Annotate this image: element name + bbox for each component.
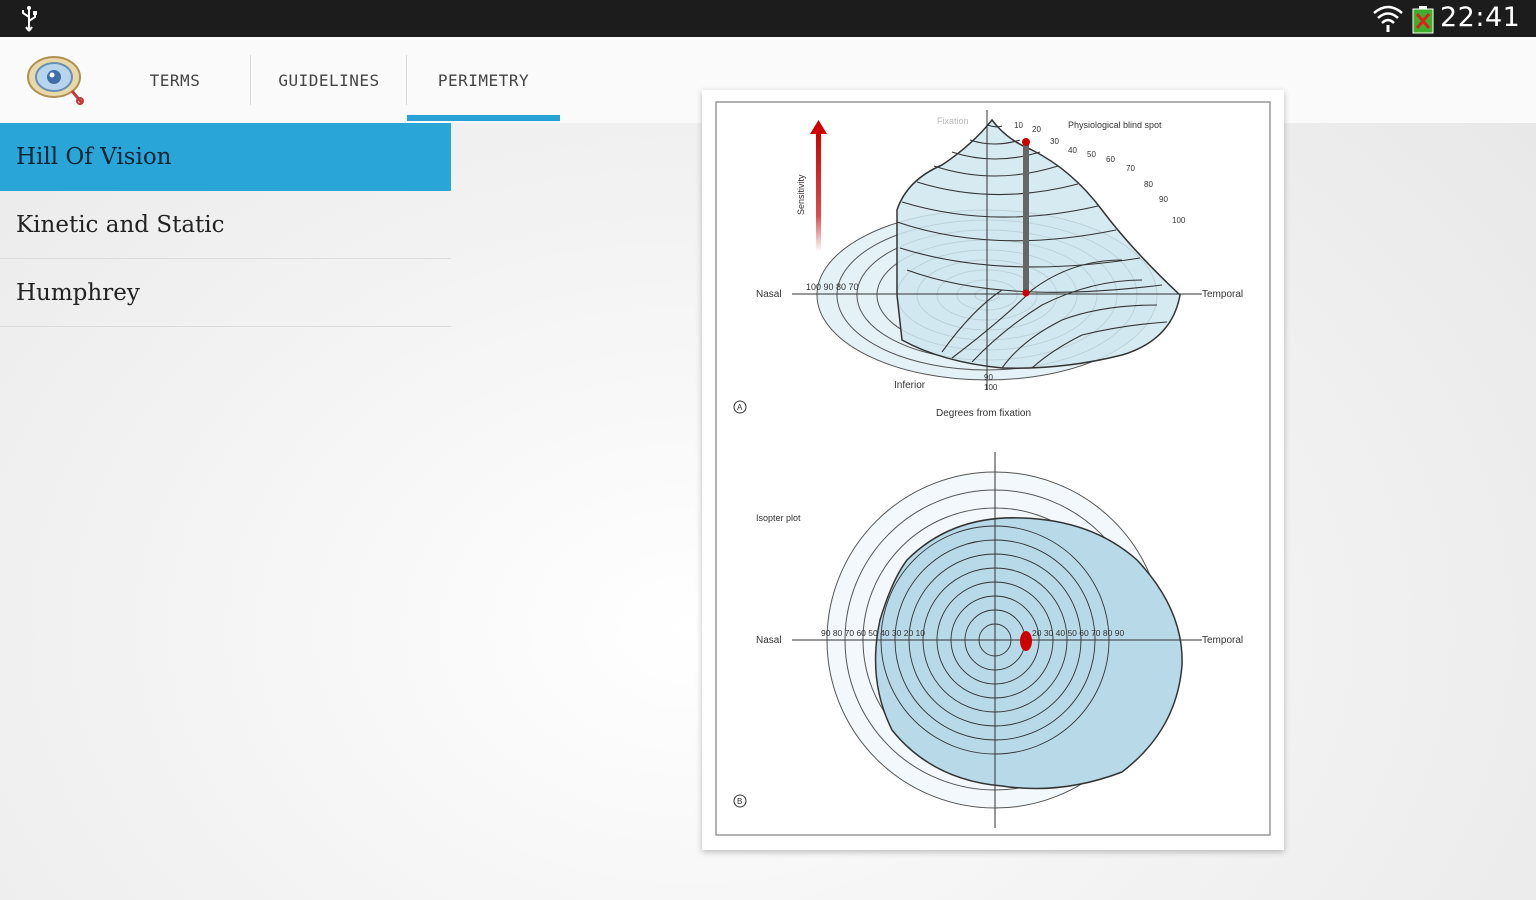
tab-perimetry[interactable]: PERIMETRY <box>407 37 560 123</box>
panel-b-label: B <box>737 797 742 806</box>
isopter-plot-label: Isopter plot <box>756 513 801 523</box>
bottom-tick-90: 90 <box>984 373 993 382</box>
nasal-ticks: 90 80 70 60 50 40 30 20 10 <box>821 628 925 638</box>
inferior-label: Inferior <box>894 380 926 391</box>
figure-card: Fixation Physiological blind spot Sensit… <box>702 90 1284 850</box>
sensitivity-label: Sensitivity <box>796 174 806 215</box>
app-logo-icon[interactable] <box>26 51 88 109</box>
temporal-tick: 30 <box>1050 137 1059 146</box>
isopter-region <box>874 517 1183 790</box>
battery-charging-icon <box>1412 6 1434 34</box>
tab-guidelines[interactable]: GUIDELINES <box>252 37 406 123</box>
blind-spot-marker <box>1022 138 1030 146</box>
temporal-tick: 70 <box>1126 164 1135 173</box>
temporal-tick: 100 <box>1172 216 1186 225</box>
nasal-ticks: 100 90 80 70 <box>806 282 859 292</box>
tab-terms[interactable]: TERMS <box>100 37 250 123</box>
list-item-kinetic-and-static[interactable]: Kinetic and Static <box>0 191 451 259</box>
temporal-ticks: 20 30 40 50 60 70 80 90 <box>1032 628 1124 638</box>
panel-a-label: A <box>737 403 743 412</box>
temporal-tick: 90 <box>1159 195 1168 204</box>
hill-of-vision-figure: Fixation Physiological blind spot Sensit… <box>715 101 1271 836</box>
temporal-tick: 80 <box>1144 180 1153 189</box>
tab-divider <box>250 55 251 105</box>
list-item-label: Kinetic and Static <box>16 211 225 238</box>
list-item-label: Hill Of Vision <box>16 143 172 170</box>
nasal-label: Nasal <box>756 289 782 300</box>
clock: 22:41 <box>1440 2 1521 33</box>
degrees-from-fixation-label: Degrees from fixation <box>936 408 1031 419</box>
temporal-label: Temporal <box>1202 289 1243 300</box>
blind-spot-marker <box>1020 631 1032 651</box>
bottom-tick-100: 100 <box>984 383 998 392</box>
list-item-hill-of-vision[interactable]: Hill Of Vision <box>0 123 451 191</box>
usb-icon <box>22 6 37 32</box>
fixation-label: Fixation <box>937 116 969 126</box>
temporal-tick: 10 <box>1014 121 1023 130</box>
sensitivity-arrow <box>816 132 821 252</box>
list-item-humphrey[interactable]: Humphrey <box>0 259 451 327</box>
temporal-label: Temporal <box>1202 635 1243 646</box>
temporal-tick: 20 <box>1032 125 1041 134</box>
selected-tab-indicator <box>407 115 560 121</box>
status-bar: 22:41 <box>0 0 1536 37</box>
topic-list: Hill Of Vision Kinetic and Static Humphr… <box>0 123 451 327</box>
blind-spot-label: Physiological blind spot <box>1068 120 1162 130</box>
temporal-tick: 40 <box>1068 146 1077 155</box>
temporal-tick: 60 <box>1106 155 1115 164</box>
temporal-tick: 50 <box>1087 150 1096 159</box>
wifi-icon <box>1373 5 1403 32</box>
nasal-label: Nasal <box>756 635 782 646</box>
list-item-label: Humphrey <box>16 279 140 306</box>
